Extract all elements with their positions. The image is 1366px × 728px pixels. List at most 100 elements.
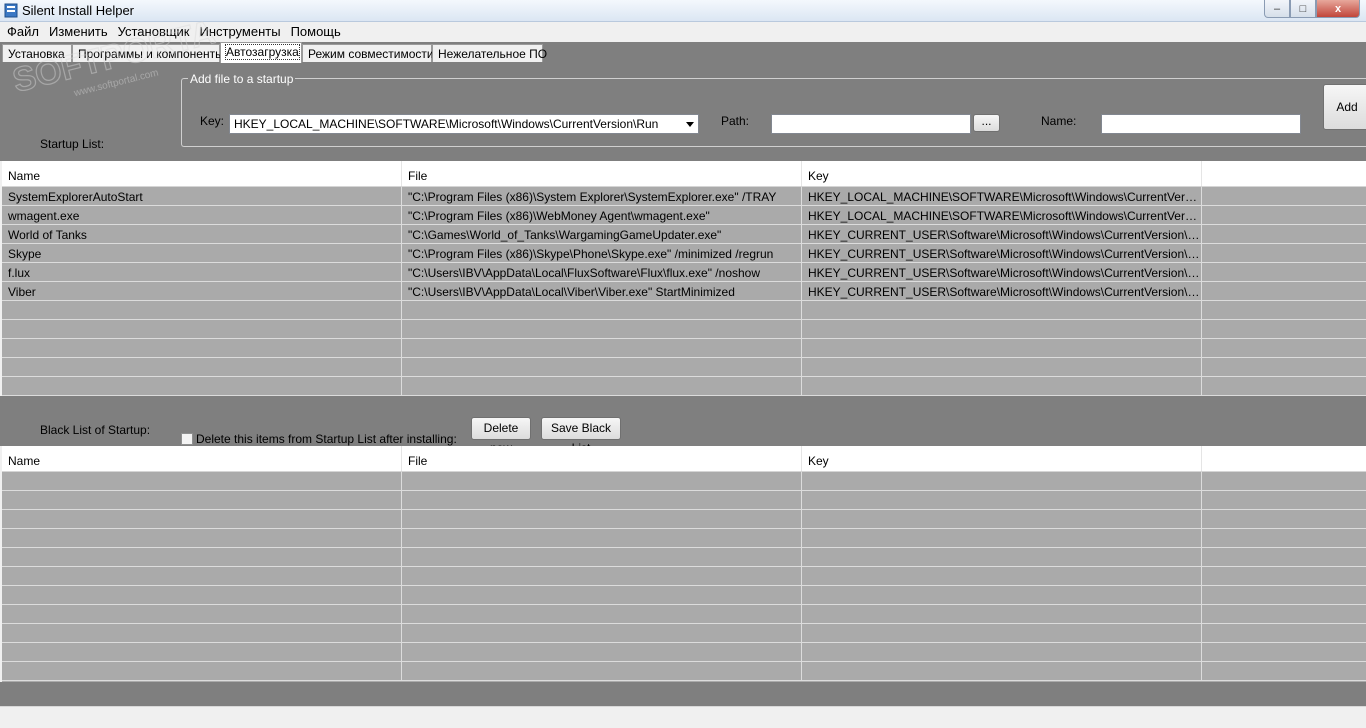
menu-installer[interactable]: Установщик xyxy=(113,22,195,42)
bottom-panel xyxy=(0,682,1366,706)
table-cell xyxy=(2,662,402,680)
startup-table-header: Name File Key xyxy=(2,161,1366,187)
table-cell-filler xyxy=(1202,282,1366,300)
status-bar xyxy=(0,706,1366,728)
table-cell-filler xyxy=(1202,548,1366,566)
key-label: Key: xyxy=(200,114,225,128)
table-cell xyxy=(2,472,402,490)
table-cell-filler xyxy=(1202,472,1366,490)
blacklist-table: Name File Key xyxy=(2,446,1366,682)
maximize-icon: □ xyxy=(1299,2,1307,15)
table-cell xyxy=(2,491,402,509)
blacklist-panel: Black List of Startup: Delete this items… xyxy=(0,396,1366,455)
menu-tools[interactable]: Инструменты xyxy=(195,22,286,42)
save-black-list-button[interactable]: Save Black List xyxy=(541,417,621,455)
table-row[interactable]: World of Tanks "C:\Games\World_of_Tanks\W… xyxy=(2,225,1366,244)
table-row[interactable] xyxy=(2,586,1366,605)
app-icon xyxy=(4,3,18,18)
delete-after-install-checkbox[interactable] xyxy=(181,433,193,445)
tab-install[interactable]: Установка xyxy=(2,44,72,63)
blacklist-table-header: Name File Key xyxy=(2,446,1366,472)
table-cell xyxy=(2,301,402,319)
path-input[interactable] xyxy=(771,114,971,134)
table-row[interactable] xyxy=(2,510,1366,529)
tab-compatibility[interactable]: Режим совместимости xyxy=(302,44,434,63)
table-row[interactable] xyxy=(2,358,1366,377)
table-row[interactable] xyxy=(2,567,1366,586)
tab-programs[interactable]: Программы и компоненты xyxy=(72,44,224,63)
tab-autostart-label: Автозагрузка xyxy=(225,44,300,60)
column-header-file[interactable]: File xyxy=(402,446,802,471)
table-row[interactable] xyxy=(2,529,1366,548)
table-row[interactable]: wmagent.exe "C:\Program Files (x86)\WebMo… xyxy=(2,206,1366,225)
table-cell-filler xyxy=(1202,187,1366,205)
table-row[interactable] xyxy=(2,662,1366,681)
table-cell xyxy=(402,567,802,585)
minimize-button[interactable]: – xyxy=(1264,0,1290,18)
table-cell-filler xyxy=(1202,263,1366,281)
table-cell-filler xyxy=(1202,320,1366,338)
table-cell xyxy=(2,510,402,528)
menu-bar: Файл Изменить Установщик Инструменты Пом… xyxy=(0,22,1366,42)
table-row[interactable] xyxy=(2,320,1366,339)
column-header-name[interactable]: Name xyxy=(2,161,402,186)
table-row[interactable] xyxy=(2,472,1366,491)
table-cell-filler xyxy=(1202,491,1366,509)
column-header-key[interactable]: Key xyxy=(802,161,1202,186)
table-cell-filler xyxy=(1202,510,1366,528)
maximize-button[interactable]: □ xyxy=(1290,0,1316,18)
column-header-filler xyxy=(1202,446,1366,471)
table-cell xyxy=(402,301,802,319)
table-row[interactable] xyxy=(2,339,1366,358)
table-row[interactable] xyxy=(2,301,1366,320)
table-cell: SystemExplorerAutoStart xyxy=(2,187,402,205)
tab-autostart[interactable]: Автозагрузка xyxy=(220,42,302,63)
table-row[interactable] xyxy=(2,605,1366,624)
table-cell xyxy=(2,624,402,642)
table-cell xyxy=(802,301,1202,319)
startup-list-label: Startup List: xyxy=(40,137,105,151)
table-row[interactable] xyxy=(2,491,1366,510)
key-dropdown[interactable]: HKEY_LOCAL_MACHINE\SOFTWARE\Microsoft\Wi… xyxy=(229,114,699,134)
table-cell xyxy=(402,472,802,490)
table-row[interactable]: Viber "C:\Users\IBV\AppData\Local\Viber\V… xyxy=(2,282,1366,301)
table-cell xyxy=(402,358,802,376)
add-button[interactable]: Add xyxy=(1323,84,1366,130)
close-button[interactable]: x xyxy=(1316,0,1360,18)
menu-edit[interactable]: Изменить xyxy=(44,22,113,42)
table-cell: "C:\Program Files (x86)\Skype\Phone\Skyp… xyxy=(402,244,802,262)
table-row[interactable] xyxy=(2,548,1366,567)
table-cell xyxy=(802,586,1202,604)
tab-unwanted-software[interactable]: Нежелательное ПО xyxy=(432,44,547,63)
table-row[interactable] xyxy=(2,643,1366,662)
table-cell xyxy=(2,605,402,623)
column-header-name[interactable]: Name xyxy=(2,446,402,471)
table-row[interactable] xyxy=(2,624,1366,643)
column-header-filler xyxy=(1202,161,1366,186)
table-cell xyxy=(802,624,1202,642)
table-row[interactable]: f.lux "C:\Users\IBV\AppData\Local\FluxSof… xyxy=(2,263,1366,282)
menu-file[interactable]: Файл xyxy=(2,22,44,42)
table-cell xyxy=(2,548,402,566)
title-bar: Silent Install Helper – □ x xyxy=(0,0,1366,22)
window-title: Silent Install Helper xyxy=(22,3,134,18)
table-cell: HKEY_CURRENT_USER\Software\Microsoft\Win… xyxy=(802,244,1202,262)
browse-button[interactable]: ... xyxy=(973,114,1000,132)
table-cell xyxy=(802,339,1202,357)
table-cell-filler xyxy=(1202,662,1366,680)
menu-help[interactable]: Помощь xyxy=(286,22,346,42)
table-cell xyxy=(2,339,402,357)
table-cell-filler xyxy=(1202,567,1366,585)
add-startup-groupbox xyxy=(181,78,1366,147)
table-cell xyxy=(402,339,802,357)
name-input[interactable] xyxy=(1101,114,1301,134)
column-header-key[interactable]: Key xyxy=(802,446,1202,471)
delete-now-button[interactable]: Delete now xyxy=(471,417,531,455)
table-row[interactable]: Skype "C:\Program Files (x86)\Skype\Phone… xyxy=(2,244,1366,263)
table-cell-filler xyxy=(1202,624,1366,642)
table-cell xyxy=(2,358,402,376)
table-row[interactable] xyxy=(2,377,1366,396)
table-cell-filler xyxy=(1202,225,1366,243)
table-row[interactable]: SystemExplorerAutoStart "C:\Program Files… xyxy=(2,187,1366,206)
column-header-file[interactable]: File xyxy=(402,161,802,186)
